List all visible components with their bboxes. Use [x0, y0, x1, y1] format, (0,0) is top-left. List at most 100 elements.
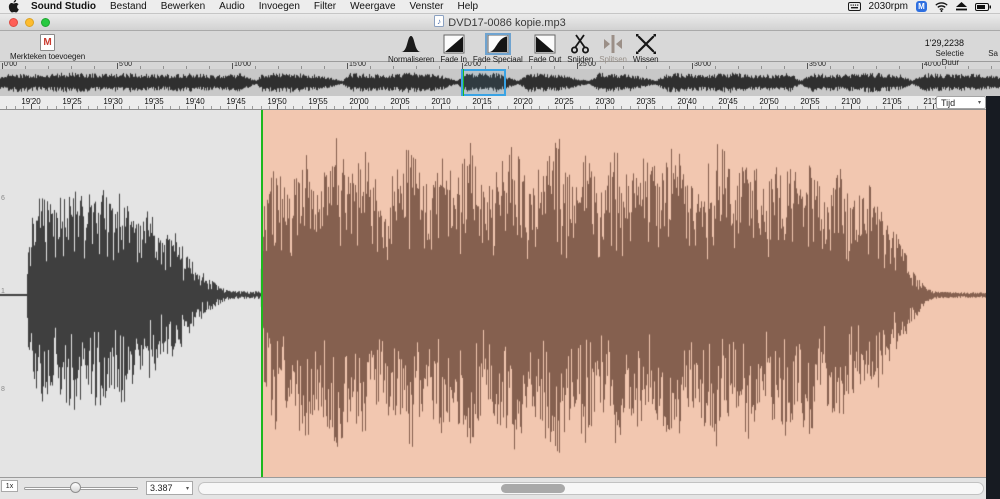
menu-item-app[interactable]: Sound Studio [24, 1, 103, 12]
zoom-slider-thumb[interactable] [70, 482, 81, 493]
ruler-minor-tick [261, 106, 262, 109]
overview-time-label: 30'00 [694, 61, 711, 68]
ruler-minor-tick [843, 106, 844, 109]
horizontal-scrollbar[interactable] [198, 482, 984, 495]
wifi-icon[interactable] [935, 2, 948, 12]
ruler-minor-tick [326, 106, 327, 109]
ruler-minor-tick [408, 106, 409, 109]
menu-item-filter[interactable]: Filter [307, 1, 343, 12]
split-button: Splitsen [599, 34, 627, 64]
eject-icon[interactable] [956, 2, 967, 11]
ruler-minor-tick [613, 106, 614, 109]
axis-label-bottom: 8 [1, 386, 5, 393]
ruler-minor-tick [531, 106, 532, 109]
apple-menu-icon[interactable] [8, 0, 19, 13]
menu-item-invoegen[interactable]: Invoegen [252, 1, 307, 12]
ruler-minor-tick [908, 106, 909, 109]
ruler-minor-tick [302, 106, 303, 109]
fade-out-button[interactable]: Fade Out [529, 34, 562, 64]
ruler-minor-tick [744, 106, 745, 109]
ruler-minor-tick [580, 106, 581, 109]
marker-icon: M [40, 34, 55, 51]
ruler-minor-tick [269, 106, 270, 109]
keyboard-input-icon[interactable] [848, 2, 861, 11]
menu-item-bestand[interactable]: Bestand [103, 1, 154, 12]
scrollbar-thumb[interactable] [501, 484, 565, 493]
window-title: DVD17-0086 kopie.mp3 [448, 17, 565, 29]
ruler-minor-tick [146, 106, 147, 109]
ruler-minor-tick [539, 106, 540, 109]
toolbar: M Merkteken toevoegen Normaliseren Fade … [0, 31, 1000, 62]
ruler-minor-tick [392, 106, 393, 109]
menu-item-help[interactable]: Help [450, 1, 485, 12]
scale-dropdown[interactable]: 3.387 ▾ [146, 481, 193, 495]
axis-label-top: 6 [1, 195, 5, 202]
ruler-minor-tick [433, 106, 434, 109]
menu-bar: Sound Studio Bestand Bewerken Audio Invo… [0, 0, 1000, 14]
ruler-time-label: 20'00 [349, 97, 368, 106]
ruler-minor-tick [39, 106, 40, 109]
normalize-button[interactable]: Normaliseren [388, 34, 434, 64]
ruler-minor-tick [662, 106, 663, 109]
ruler-minor-tick [466, 106, 467, 109]
ruler-minor-tick [293, 106, 294, 109]
zoom-slider[interactable] [24, 481, 138, 495]
add-marker-button[interactable]: M Merkteken toevoegen [10, 34, 85, 61]
ruler-time-label: 20'30 [595, 97, 614, 106]
fade-in-label: Fade In [440, 55, 466, 64]
time-unit-dropdown[interactable]: Tijd ▾ [936, 96, 986, 109]
ruler-time-label: 19'40 [185, 97, 204, 106]
bottom-bar: 1x 3.387 ▾ [0, 477, 986, 499]
menu-item-bewerken[interactable]: Bewerken [154, 1, 212, 12]
split-icon [601, 34, 625, 54]
chevron-down-icon: ▾ [186, 485, 189, 492]
axis-label-middle: 1 [1, 288, 5, 295]
ruler-minor-tick [80, 106, 81, 109]
ruler-time-label: 20'25 [554, 97, 573, 106]
rpm-status[interactable]: 2030rpm [869, 1, 908, 12]
split-label: Splitsen [599, 55, 627, 64]
scissors-icon [568, 34, 592, 54]
ruler-minor-tick [56, 106, 57, 109]
fade-in-button[interactable]: Fade In [440, 34, 466, 64]
erase-button[interactable]: Wissen [633, 34, 659, 64]
ruler-minor-tick [818, 106, 819, 109]
ruler-minor-tick [654, 106, 655, 109]
ruler-minor-tick [802, 106, 803, 109]
ruler-time-label: 20'45 [718, 97, 737, 106]
menu-item-venster[interactable]: Venster [403, 1, 451, 12]
fade-out-icon [533, 34, 557, 54]
timeline-ruler[interactable]: Tijd ▾ 19'1519'2019'2519'3019'3519'4019'… [0, 96, 986, 110]
fade-special-button[interactable]: Fade Speciaal [473, 34, 523, 64]
ruler-minor-tick [859, 106, 860, 109]
battery-icon[interactable] [975, 3, 992, 11]
ruler-minor-tick [925, 106, 926, 109]
m-app-icon[interactable]: M [916, 1, 927, 12]
ruler-minor-tick [211, 106, 212, 109]
menu-item-weergave[interactable]: Weergave [343, 1, 402, 12]
zoom-level[interactable]: 1x [1, 480, 18, 492]
ruler-minor-tick [572, 106, 573, 109]
ruler-time-label: 20'55 [800, 97, 819, 106]
ruler-minor-tick [15, 106, 16, 109]
ruler-time-label: 20'50 [759, 97, 778, 106]
overview-time-label: 35'00 [809, 61, 826, 68]
overview-time-label: 5'00 [119, 61, 132, 68]
title-bar[interactable]: ♪ DVD17-0086 kopie.mp3 [0, 14, 1000, 31]
playhead-line[interactable] [261, 110, 263, 477]
ruler-minor-tick [105, 106, 106, 109]
ruler-time-label: 19'30 [103, 97, 122, 106]
window-title-area: ♪ DVD17-0086 kopie.mp3 [0, 14, 1000, 31]
overview-selection-box[interactable] [461, 69, 506, 96]
menu-item-audio[interactable]: Audio [212, 1, 252, 12]
ruler-minor-tick [129, 106, 130, 109]
ruler-minor-tick [179, 106, 180, 109]
erase-label: Wissen [633, 55, 659, 64]
add-marker-label: Merkteken toevoegen [10, 52, 85, 61]
main-waveform[interactable] [0, 110, 986, 477]
ruler-minor-tick [88, 106, 89, 109]
ruler-minor-tick [736, 106, 737, 109]
ruler-minor-tick [187, 106, 188, 109]
cut-button[interactable]: Snijden [567, 34, 593, 64]
ruler-minor-tick [679, 106, 680, 109]
